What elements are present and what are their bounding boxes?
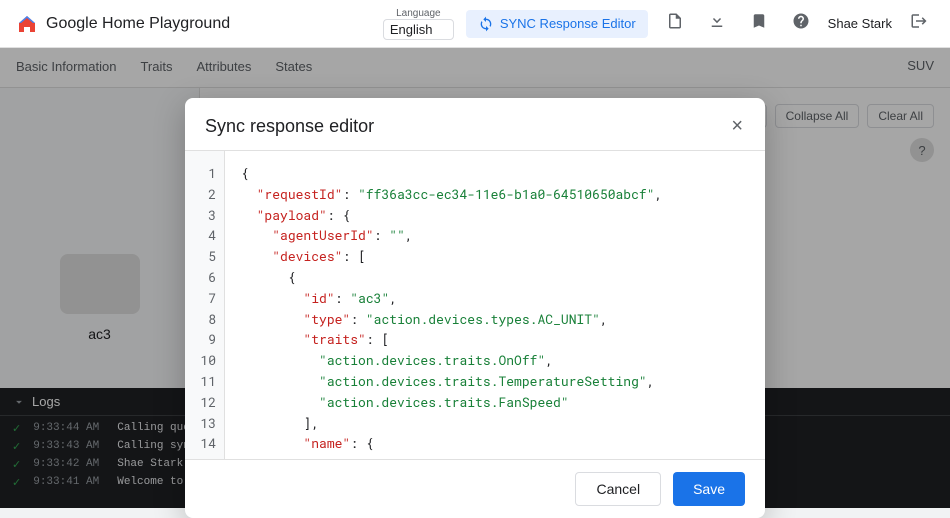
line-num: 7 [197, 288, 216, 309]
line-num: 13 [197, 413, 216, 434]
line-num: 10 [197, 350, 216, 371]
language-dropdown[interactable]: English [383, 19, 454, 40]
code-line-8: "type": "action.devices.types.AC_UNIT", [241, 309, 749, 330]
user-name: Shae Stark [828, 16, 892, 31]
modal-header: Sync response editor × [185, 98, 765, 151]
line-num: 11 [197, 371, 216, 392]
code-line-14: "name": { [241, 433, 749, 454]
topbar: Google Home Playground Language English … [0, 0, 950, 48]
sync-icon [478, 16, 494, 32]
language-label: Language [396, 8, 441, 19]
line-num: 2 [197, 184, 216, 205]
line-numbers: 1 2 3 4 5 6 7 8 9 10 11 12 13 14 [185, 151, 225, 459]
sync-btn-label: SYNC Response Editor [500, 16, 636, 31]
code-line-11: "action.devices.traits.TemperatureSettin… [241, 371, 749, 392]
code-line-13: ], [241, 413, 749, 434]
code-line-5: "devices": [ [241, 246, 749, 267]
logout-icon-button[interactable] [904, 8, 934, 39]
sync-response-editor-button[interactable]: SYNC Response Editor [466, 10, 648, 38]
code-line-12: "action.devices.traits.FanSpeed" [241, 392, 749, 413]
language-selector: Language English [383, 8, 454, 40]
main-area: Basic Information Traits Attributes Stat… [0, 48, 950, 508]
line-num: 8 [197, 309, 216, 330]
code-line-3: "payload": { [241, 205, 749, 226]
code-area: 1 2 3 4 5 6 7 8 9 10 11 12 13 14 [185, 151, 765, 459]
modal-close-button[interactable]: × [729, 114, 745, 138]
line-num: 1 [197, 163, 216, 184]
code-content[interactable]: { "requestId": "ff36a3cc-ec34-11e6-b1a0-… [225, 151, 765, 459]
line-num: 6 [197, 267, 216, 288]
code-line-9: "traits": [ [241, 329, 749, 350]
line-num: 4 [197, 225, 216, 246]
code-line-4: "agentUserId": "", [241, 225, 749, 246]
app-title: Google Home Playground [46, 15, 230, 33]
home-icon [16, 13, 38, 35]
modal-title: Sync response editor [205, 116, 374, 137]
bookmark-icon-button[interactable] [744, 8, 774, 39]
code-line-2: "requestId": "ff36a3cc-ec34-11e6-b1a0-64… [241, 184, 749, 205]
save-button[interactable]: Save [673, 472, 745, 506]
modal-footer: Cancel Save [185, 459, 765, 518]
app-logo: Google Home Playground [16, 13, 230, 35]
download-icon-button[interactable] [702, 8, 732, 39]
export-icon-button[interactable] [660, 8, 690, 39]
code-line-7: "id": "ac3", [241, 288, 749, 309]
modal-overlay: Sync response editor × 1 2 3 4 5 6 7 8 9 [0, 48, 950, 508]
line-num: 14 [197, 433, 216, 454]
line-num: 9 [197, 329, 216, 350]
modal-body: 1 2 3 4 5 6 7 8 9 10 11 12 13 14 [185, 151, 765, 459]
code-line-6: { [241, 267, 749, 288]
sync-response-editor-modal: Sync response editor × 1 2 3 4 5 6 7 8 9 [185, 98, 765, 518]
help-icon-button[interactable] [786, 8, 816, 39]
cancel-button[interactable]: Cancel [575, 472, 661, 506]
line-num: 3 [197, 205, 216, 226]
code-line-10: "action.devices.traits.OnOff", [241, 350, 749, 371]
code-line-1: { [241, 163, 749, 184]
line-num: 12 [197, 392, 216, 413]
line-num: 5 [197, 246, 216, 267]
